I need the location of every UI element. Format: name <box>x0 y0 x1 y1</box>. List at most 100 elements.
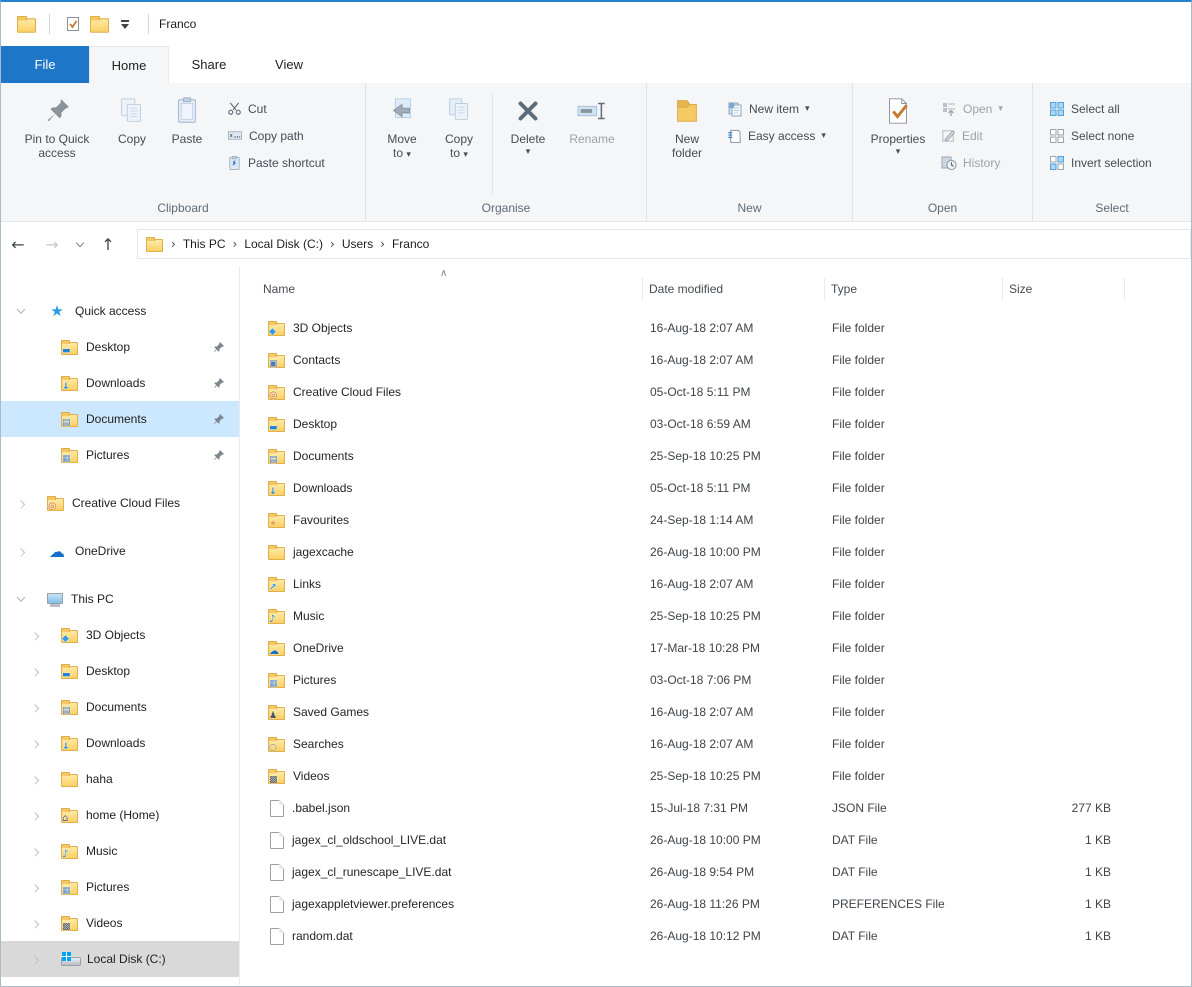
sidebar-item[interactable]: Downloads <box>1 725 239 761</box>
delete-button[interactable]: Delete ▾ <box>497 88 559 198</box>
sidebar-item[interactable]: OneDrive <box>1 533 239 569</box>
history-button[interactable]: History <box>937 149 1007 176</box>
tree-chevron-icon[interactable] <box>27 771 43 787</box>
copy-path-button[interactable]: Copy path <box>223 122 329 149</box>
pin-to-quick-access-button[interactable]: Pin to Quick access <box>9 88 105 198</box>
file-row[interactable]: jagex_cl_runescape_LIVE.dat 26-Aug-18 9:… <box>240 856 1191 888</box>
file-row[interactable]: Saved Games 16-Aug-18 2:07 AM File folde… <box>240 696 1191 728</box>
file-row[interactable]: OneDrive 17-Mar-18 10:28 PM File folder <box>240 632 1191 664</box>
sidebar-item[interactable]: Documents <box>1 401 239 437</box>
column-header-name[interactable]: Name <box>240 268 643 302</box>
open-button[interactable]: Open ▾ <box>937 95 1007 122</box>
tree-chevron-icon[interactable] <box>27 843 43 859</box>
move-to-button[interactable]: Move to ▾ <box>374 88 430 198</box>
tree-chevron-icon[interactable] <box>27 627 43 643</box>
sidebar-item[interactable]: Local Disk (C:) <box>1 941 239 977</box>
sidebar-item[interactable]: home (Home) <box>1 797 239 833</box>
tree-chevron-icon[interactable] <box>27 951 43 967</box>
breadcrumb-segment[interactable]: Users <box>342 237 373 251</box>
paste-shortcut-icon <box>227 155 242 171</box>
tree-chevron-icon[interactable] <box>27 807 43 823</box>
edit-button[interactable]: Edit <box>937 122 1007 149</box>
file-row[interactable]: Favourites 24-Sep-18 1:14 AM File folder <box>240 504 1191 536</box>
sidebar-item[interactable]: Videos <box>1 905 239 941</box>
paste-button[interactable]: Paste <box>159 88 215 198</box>
sidebar-item[interactable]: Quick access <box>1 293 239 329</box>
up-button[interactable]: ↑ <box>91 235 125 254</box>
new-folder-button[interactable]: New folder <box>661 88 713 198</box>
ribbon-tab[interactable]: Home <box>89 46 169 83</box>
breadcrumb-segment[interactable]: Franco <box>392 237 429 251</box>
file-row[interactable]: Videos 25-Sep-18 10:25 PM File folder <box>240 760 1191 792</box>
new-item-button[interactable]: New item ▾ <box>723 95 830 122</box>
tree-chevron-icon[interactable] <box>13 495 29 511</box>
forward-button[interactable]: → <box>35 235 69 254</box>
folder-icon <box>268 547 285 560</box>
file-icon <box>270 864 284 881</box>
easy-access-button[interactable]: Easy access ▾ <box>723 122 830 149</box>
sidebar-item[interactable]: Pictures <box>1 437 239 473</box>
tree-chevron-icon[interactable] <box>13 543 29 559</box>
sidebar-item[interactable]: 3D Objects <box>1 617 239 653</box>
file-row[interactable]: .babel.json 15-Jul-18 7:31 PM JSON File … <box>240 792 1191 824</box>
column-header-type[interactable]: Type <box>825 268 1003 302</box>
file-row[interactable]: Desktop 03-Oct-18 6:59 AM File folder <box>240 408 1191 440</box>
tree-chevron-icon[interactable] <box>27 735 43 751</box>
sidebar-item[interactable]: This PC <box>1 581 239 617</box>
file-row[interactable]: Searches 16-Aug-18 2:07 AM File folder <box>240 728 1191 760</box>
tree-chevron-icon[interactable] <box>13 591 29 607</box>
tree-chevron-icon[interactable] <box>27 699 43 715</box>
file-row[interactable]: Creative Cloud Files 05-Oct-18 5:11 PM F… <box>240 376 1191 408</box>
properties-button[interactable]: Properties ▾ <box>865 88 931 198</box>
ribbon: Pin to Quick access Copy Paste Cut <box>1 83 1191 222</box>
qat-new-folder-button[interactable] <box>86 12 112 36</box>
tree-chevron-icon[interactable] <box>13 303 29 319</box>
file-row[interactable]: Contacts 16-Aug-18 2:07 AM File folder <box>240 344 1191 376</box>
file-row[interactable]: 3D Objects 16-Aug-18 2:07 AM File folder <box>240 312 1191 344</box>
sidebar-item[interactable]: Music <box>1 833 239 869</box>
column-header-date-modified[interactable]: Date modified <box>643 268 825 302</box>
ribbon-tab[interactable]: View <box>249 46 329 83</box>
file-row[interactable]: Pictures 03-Oct-18 7:06 PM File folder <box>240 664 1191 696</box>
tree-chevron-icon[interactable] <box>27 915 43 931</box>
sidebar-item[interactable]: haha <box>1 761 239 797</box>
file-row[interactable]: Links 16-Aug-18 2:07 AM File folder <box>240 568 1191 600</box>
file-row[interactable]: Downloads 05-Oct-18 5:11 PM File folder <box>240 472 1191 504</box>
tree-chevron-icon[interactable] <box>27 879 43 895</box>
qat-properties-button[interactable] <box>60 12 86 36</box>
file-row[interactable]: random.dat 26-Aug-18 10:12 PM DAT File 1… <box>240 920 1191 952</box>
tree-chevron-icon[interactable] <box>27 663 43 679</box>
file-row[interactable]: jagexcache 26-Aug-18 10:00 PM File folde… <box>240 536 1191 568</box>
address-bar[interactable]: ›This PC›Local Disk (C:)›Users›Franco <box>137 229 1191 259</box>
copy-button[interactable]: Copy <box>105 88 159 198</box>
column-header-size[interactable]: Size <box>1003 268 1125 302</box>
paste-shortcut-button[interactable]: Paste shortcut <box>223 149 329 176</box>
sidebar-item[interactable]: Desktop <box>1 653 239 689</box>
file-size: 1 KB <box>1003 865 1125 879</box>
sidebar-item[interactable]: Documents <box>1 689 239 725</box>
sidebar-item[interactable]: Creative Cloud Files <box>1 485 239 521</box>
ribbon-tab[interactable]: Share <box>169 46 249 83</box>
file-row[interactable]: jagex_cl_oldschool_LIVE.dat 26-Aug-18 10… <box>240 824 1191 856</box>
file-row[interactable]: Documents 25-Sep-18 10:25 PM File folder <box>240 440 1191 472</box>
invert-selection-icon <box>1049 155 1065 171</box>
copy-to-button[interactable]: Copy to ▾ <box>430 88 488 198</box>
sidebar-item[interactable]: Desktop <box>1 329 239 365</box>
qat-customize-button[interactable] <box>112 12 138 36</box>
file-row[interactable]: jagexappletviewer.preferences 26-Aug-18 … <box>240 888 1191 920</box>
ribbon-group-organise: Move to ▾ Copy to ▾ Delete ▾ Rename Orga… <box>365 83 646 221</box>
rename-button[interactable]: Rename <box>559 88 625 198</box>
recent-locations-button[interactable] <box>69 243 91 246</box>
sidebar-item[interactable]: Pictures <box>1 869 239 905</box>
file-row[interactable]: Music 25-Sep-18 10:25 PM File folder <box>240 600 1191 632</box>
select-none-button[interactable]: Select none <box>1045 122 1156 149</box>
invert-selection-button[interactable]: Invert selection <box>1045 149 1156 176</box>
ribbon-tab[interactable]: File <box>1 46 89 83</box>
breadcrumb-segment[interactable]: This PC <box>183 237 226 251</box>
sidebar-item[interactable]: Downloads <box>1 365 239 401</box>
breadcrumb-segment[interactable]: Local Disk (C:) <box>244 237 323 251</box>
back-button[interactable]: ← <box>1 235 35 254</box>
cut-button[interactable]: Cut <box>223 95 329 122</box>
file-size: 1 KB <box>1003 897 1125 911</box>
select-all-button[interactable]: Select all <box>1045 95 1156 122</box>
